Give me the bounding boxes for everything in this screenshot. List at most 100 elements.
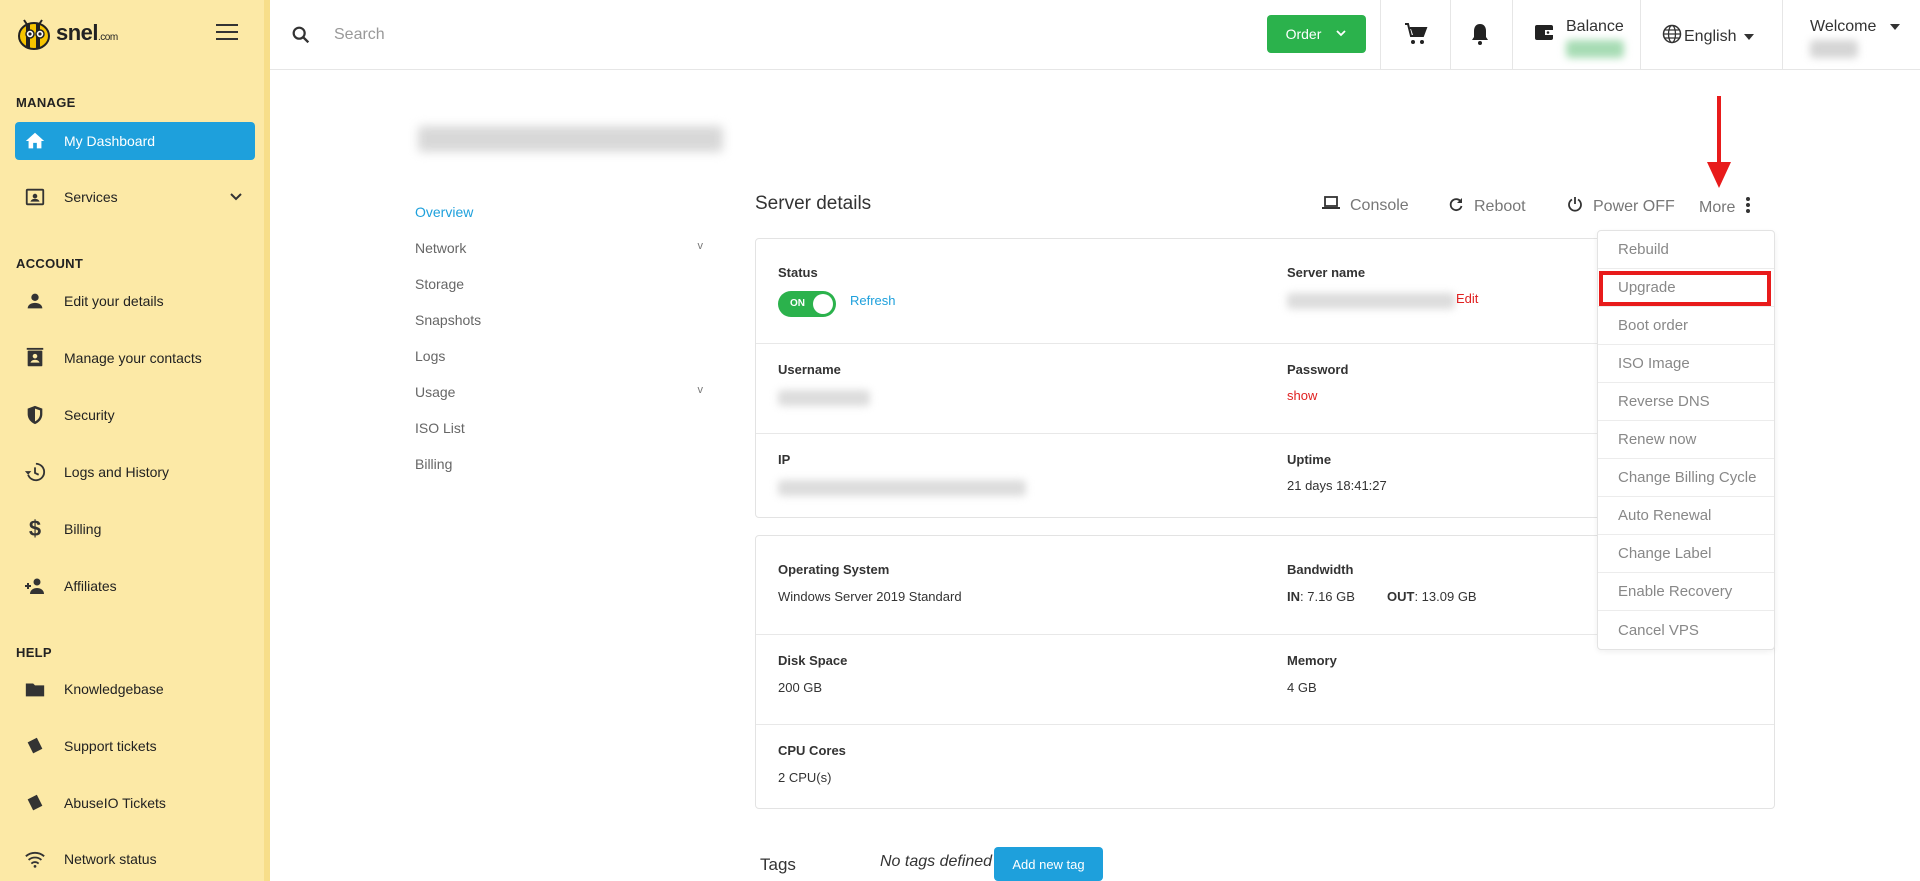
sidebar-item-edit-details[interactable]: Edit your details	[15, 282, 255, 320]
logo[interactable]: snel.com	[12, 12, 118, 54]
subnav-snapshots[interactable]: Snapshots	[415, 302, 705, 338]
search-icon[interactable]	[290, 24, 312, 51]
menu-item-change-billing-cycle[interactable]: Change Billing Cycle	[1598, 459, 1774, 497]
toggle-knob	[813, 294, 833, 314]
subnav-storage[interactable]: Storage	[415, 266, 705, 302]
topbar: Order Balance English Welcome	[270, 0, 1920, 70]
power-icon	[1567, 196, 1583, 217]
subnav-billing[interactable]: Billing	[415, 446, 705, 482]
uptime-label: Uptime	[1287, 452, 1332, 467]
language-label: English	[1684, 27, 1737, 45]
menu-item-reverse-dns[interactable]: Reverse DNS	[1598, 383, 1774, 421]
reboot-icon	[1448, 196, 1464, 217]
bandwidth-out: OUT: 13.09 GB	[1387, 589, 1477, 604]
tickets-icon	[23, 791, 47, 815]
shield-icon	[23, 403, 47, 427]
annotation-arrow-icon	[1707, 96, 1731, 188]
subnav-overview[interactable]: Overview	[415, 194, 705, 230]
search-input[interactable]	[334, 22, 934, 48]
sidebar-item-label: Knowledgebase	[64, 681, 164, 697]
sidebar-item-label: Edit your details	[64, 293, 164, 309]
person-icon	[23, 289, 47, 313]
subnav-logs[interactable]: Logs	[415, 338, 705, 374]
power-toggle[interactable]: ON	[778, 291, 836, 317]
disk-value: 200 GB	[778, 680, 823, 695]
sidebar-item-contacts[interactable]: Manage your contacts	[15, 339, 255, 377]
menu-item-iso-image[interactable]: ISO Image	[1598, 345, 1774, 383]
sidebar-item-dashboard[interactable]: My Dashboard	[15, 122, 255, 160]
menu-item-upgrade[interactable]: Upgrade	[1598, 269, 1774, 307]
ip-label: IP	[778, 452, 791, 467]
console-button[interactable]: Console	[1322, 196, 1409, 215]
subnav-network[interactable]: Network v	[415, 230, 705, 266]
reboot-button[interactable]: Reboot	[1448, 196, 1526, 217]
no-tags-text: No tags defined	[880, 853, 993, 870]
menu-item-cancel-vps[interactable]: Cancel VPS	[1598, 611, 1774, 649]
sidebar-item-services[interactable]: Services	[15, 178, 255, 216]
sidebar-item-knowledgebase[interactable]: Knowledgebase	[15, 670, 255, 708]
sidebar-item-billing[interactable]: $ Billing	[15, 510, 255, 548]
more-button[interactable]: More	[1699, 196, 1751, 219]
power-off-label: Power OFF	[1593, 197, 1675, 215]
tags-label: Tags	[760, 855, 796, 874]
chevron-down-icon	[229, 190, 243, 207]
add-tag-button[interactable]: Add new tag	[994, 847, 1103, 881]
username-redacted	[1810, 40, 1858, 58]
sidebar-item-label: Network status	[64, 851, 157, 867]
user-menu[interactable]: Welcome	[1810, 18, 1901, 58]
balance-label: Balance	[1566, 18, 1624, 35]
laptop-icon	[1322, 196, 1340, 215]
sidebar-item-affiliates[interactable]: Affiliates	[15, 567, 255, 605]
refresh-link[interactable]: Refresh	[850, 293, 896, 308]
vertical-dots-icon	[1745, 196, 1751, 219]
sidebar-item-abuseio-tickets[interactable]: AbuseIO Tickets	[15, 784, 255, 822]
row-cpu: CPU Cores 2 CPU(s)	[756, 725, 1774, 808]
sidebar-item-label: Logs and History	[64, 464, 170, 480]
uptime-value: 21 days 18:41:27	[1287, 478, 1387, 493]
chevron-down-icon: v	[697, 240, 704, 252]
menu-item-enable-recovery[interactable]: Enable Recovery	[1598, 573, 1774, 611]
power-off-button[interactable]: Power OFF	[1567, 196, 1675, 217]
sidebar-item-logs[interactable]: Logs and History	[15, 453, 255, 491]
os-label: Operating System	[778, 562, 890, 577]
status-label: Status	[778, 265, 818, 280]
menu-item-change-label[interactable]: Change Label	[1598, 535, 1774, 573]
section-manage: MANAGE	[16, 95, 76, 110]
bandwidth-label: Bandwidth	[1287, 562, 1354, 577]
order-button[interactable]: Order	[1267, 15, 1366, 53]
affiliates-icon	[23, 574, 47, 598]
chevron-down-icon: v	[697, 384, 704, 396]
services-icon	[23, 185, 47, 209]
sidebar-item-label: Manage your contacts	[64, 350, 202, 366]
welcome-label: Welcome	[1810, 18, 1877, 35]
subnav-usage[interactable]: Usage v	[415, 374, 705, 410]
edit-server-name-link[interactable]: Edit	[1456, 291, 1478, 306]
wallet-icon[interactable]	[1534, 22, 1554, 47]
hamburger-menu-icon[interactable]	[216, 24, 238, 40]
reboot-label: Reboot	[1474, 197, 1526, 215]
sidebar-item-network-status[interactable]: Network status	[15, 840, 255, 878]
menu-item-rebuild[interactable]: Rebuild	[1598, 231, 1774, 269]
section-help: HELP	[16, 645, 52, 660]
menu-item-auto-renewal[interactable]: Auto Renewal	[1598, 497, 1774, 535]
show-password-link[interactable]: show	[1287, 388, 1317, 403]
balance[interactable]: Balance	[1566, 18, 1624, 58]
os-value: Windows Server 2019 Standard	[778, 589, 962, 604]
menu-item-boot-order[interactable]: Boot order	[1598, 307, 1774, 345]
console-label: Console	[1350, 196, 1409, 214]
cart-icon[interactable]	[1404, 22, 1428, 51]
order-button-label: Order	[1285, 26, 1322, 42]
divider	[1640, 0, 1641, 70]
sidebar-item-security[interactable]: Security	[15, 396, 255, 434]
language-selector[interactable]: English	[1662, 24, 1755, 49]
bell-icon[interactable]	[1470, 22, 1490, 51]
logo-text: snel.com	[56, 20, 118, 45]
username-redacted	[778, 390, 870, 406]
globe-icon	[1662, 24, 1682, 49]
sidebar-scrollbar[interactable]	[264, 0, 270, 881]
subnav-iso-list[interactable]: ISO List	[415, 410, 705, 446]
divider	[1380, 0, 1381, 70]
menu-item-renew-now[interactable]: Renew now	[1598, 421, 1774, 459]
cpu-label: CPU Cores	[778, 743, 846, 758]
sidebar-item-support-tickets[interactable]: Support tickets	[15, 727, 255, 765]
